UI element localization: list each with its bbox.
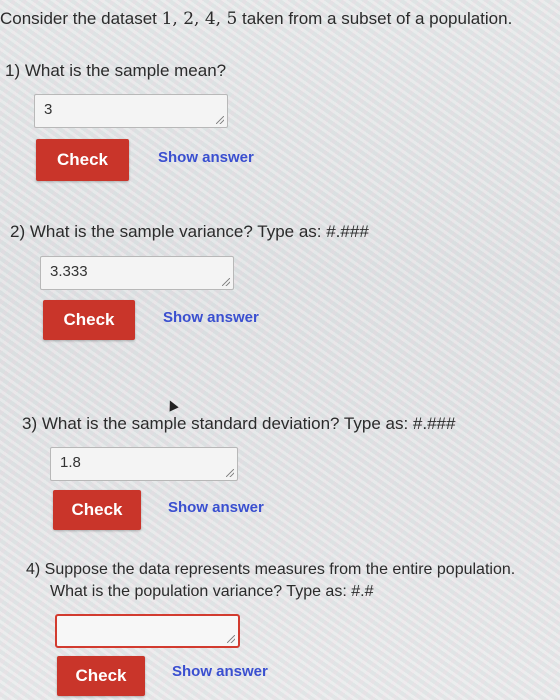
question-3-text: 3) What is the sample standard deviation… (22, 414, 456, 433)
question-4-answer-field[interactable] (55, 614, 240, 648)
resize-handle-icon[interactable] (222, 278, 230, 286)
mouse-cursor-icon (165, 398, 179, 412)
resize-handle-icon[interactable] (227, 635, 235, 643)
question-1-answer-value: 3 (44, 101, 53, 118)
question-3-show-answer-link[interactable]: Show answer (168, 499, 264, 516)
question-2-answer-value: 3.333 (50, 263, 88, 280)
question-4-text-line-1: 4) Suppose the data represents measures … (26, 561, 516, 578)
question-1-text: 1) What is the sample mean? (5, 61, 227, 80)
question-4-text-line-2: What is the population variance? Type as… (50, 583, 374, 600)
question-2-check-button[interactable]: Check (43, 300, 135, 340)
resize-handle-icon[interactable] (216, 116, 224, 124)
intro-prefix: Consider the dataset (0, 9, 162, 28)
question-2-text: 2) What is the sample variance? Type as:… (10, 222, 369, 241)
question-2-show-answer-link[interactable]: Show answer (163, 309, 259, 326)
question-3-answer-field[interactable]: 1.8 (50, 447, 238, 481)
question-3-answer-value: 1.8 (60, 454, 81, 471)
question-2-answer-field[interactable]: 3.333 (40, 256, 234, 290)
question-1-answer-field[interactable]: 3 (34, 94, 228, 128)
question-3-check-button[interactable]: Check (53, 490, 141, 530)
question-1-check-button[interactable]: Check (36, 139, 129, 181)
intro-suffix: taken from a subset of a population. (237, 9, 513, 28)
question-4-check-button[interactable]: Check (57, 656, 145, 696)
intro-text: Consider the dataset 1, 2, 4, 5 taken fr… (0, 8, 512, 30)
question-1-show-answer-link[interactable]: Show answer (158, 149, 254, 166)
question-4-show-answer-link[interactable]: Show answer (172, 663, 268, 680)
dataset-values: 1, 2, 4, 5 (161, 9, 238, 29)
resize-handle-icon[interactable] (226, 469, 234, 477)
